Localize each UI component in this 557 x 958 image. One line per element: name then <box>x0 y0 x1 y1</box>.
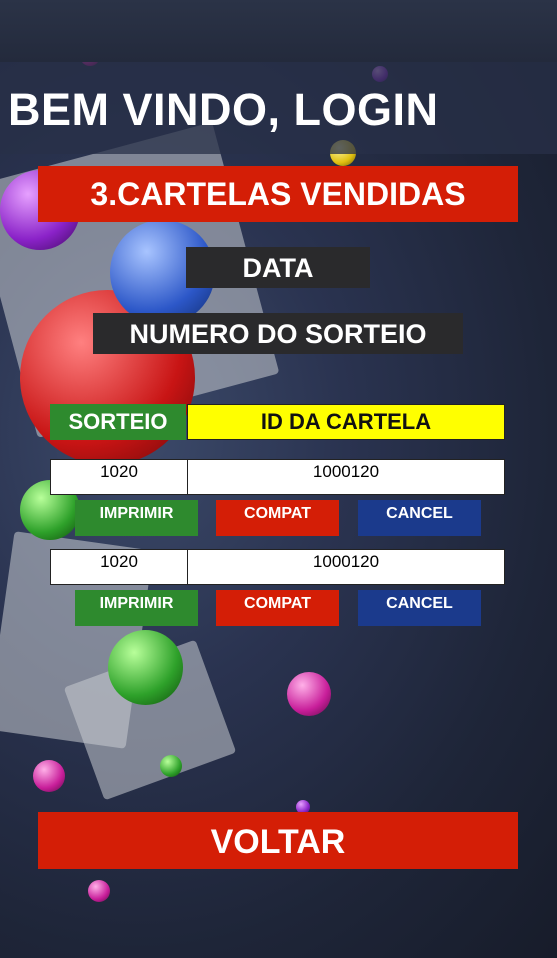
cancel-button[interactable]: CANCEL <box>358 590 481 626</box>
compat-button[interactable]: COMPAT <box>216 500 339 536</box>
table-cell-id-cartela: 1000120 <box>187 459 505 495</box>
table-cell-sorteio: 1020 <box>50 459 188 495</box>
compat-button[interactable]: COMPAT <box>216 590 339 626</box>
table-cell-id-cartela: 1000120 <box>187 549 505 585</box>
cancel-button[interactable]: CANCEL <box>358 500 481 536</box>
data-filter-button[interactable]: DATA <box>186 247 370 288</box>
voltar-button[interactable]: VOLTAR <box>38 812 518 869</box>
pink-ball-decoration <box>88 880 110 902</box>
green-ball-decoration <box>160 755 182 777</box>
column-header-sorteio: SORTEIO <box>50 404 186 440</box>
imprimir-button[interactable]: IMPRIMIR <box>75 590 198 626</box>
imprimir-button[interactable]: IMPRIMIR <box>75 500 198 536</box>
column-header-id-cartela: ID DA CARTELA <box>187 404 505 440</box>
welcome-title: BEM VINDO, LOGIN <box>8 84 439 135</box>
pink-ball-decoration <box>33 760 65 792</box>
section-title: 3.CARTELAS VENDIDAS <box>38 166 518 222</box>
numero-sorteio-filter-button[interactable]: NUMERO DO SORTEIO <box>93 313 463 354</box>
pink-ball-decoration <box>287 672 331 716</box>
table-cell-sorteio: 1020 <box>50 549 188 585</box>
green-ball-decoration <box>108 630 183 705</box>
top-strip <box>0 0 557 62</box>
